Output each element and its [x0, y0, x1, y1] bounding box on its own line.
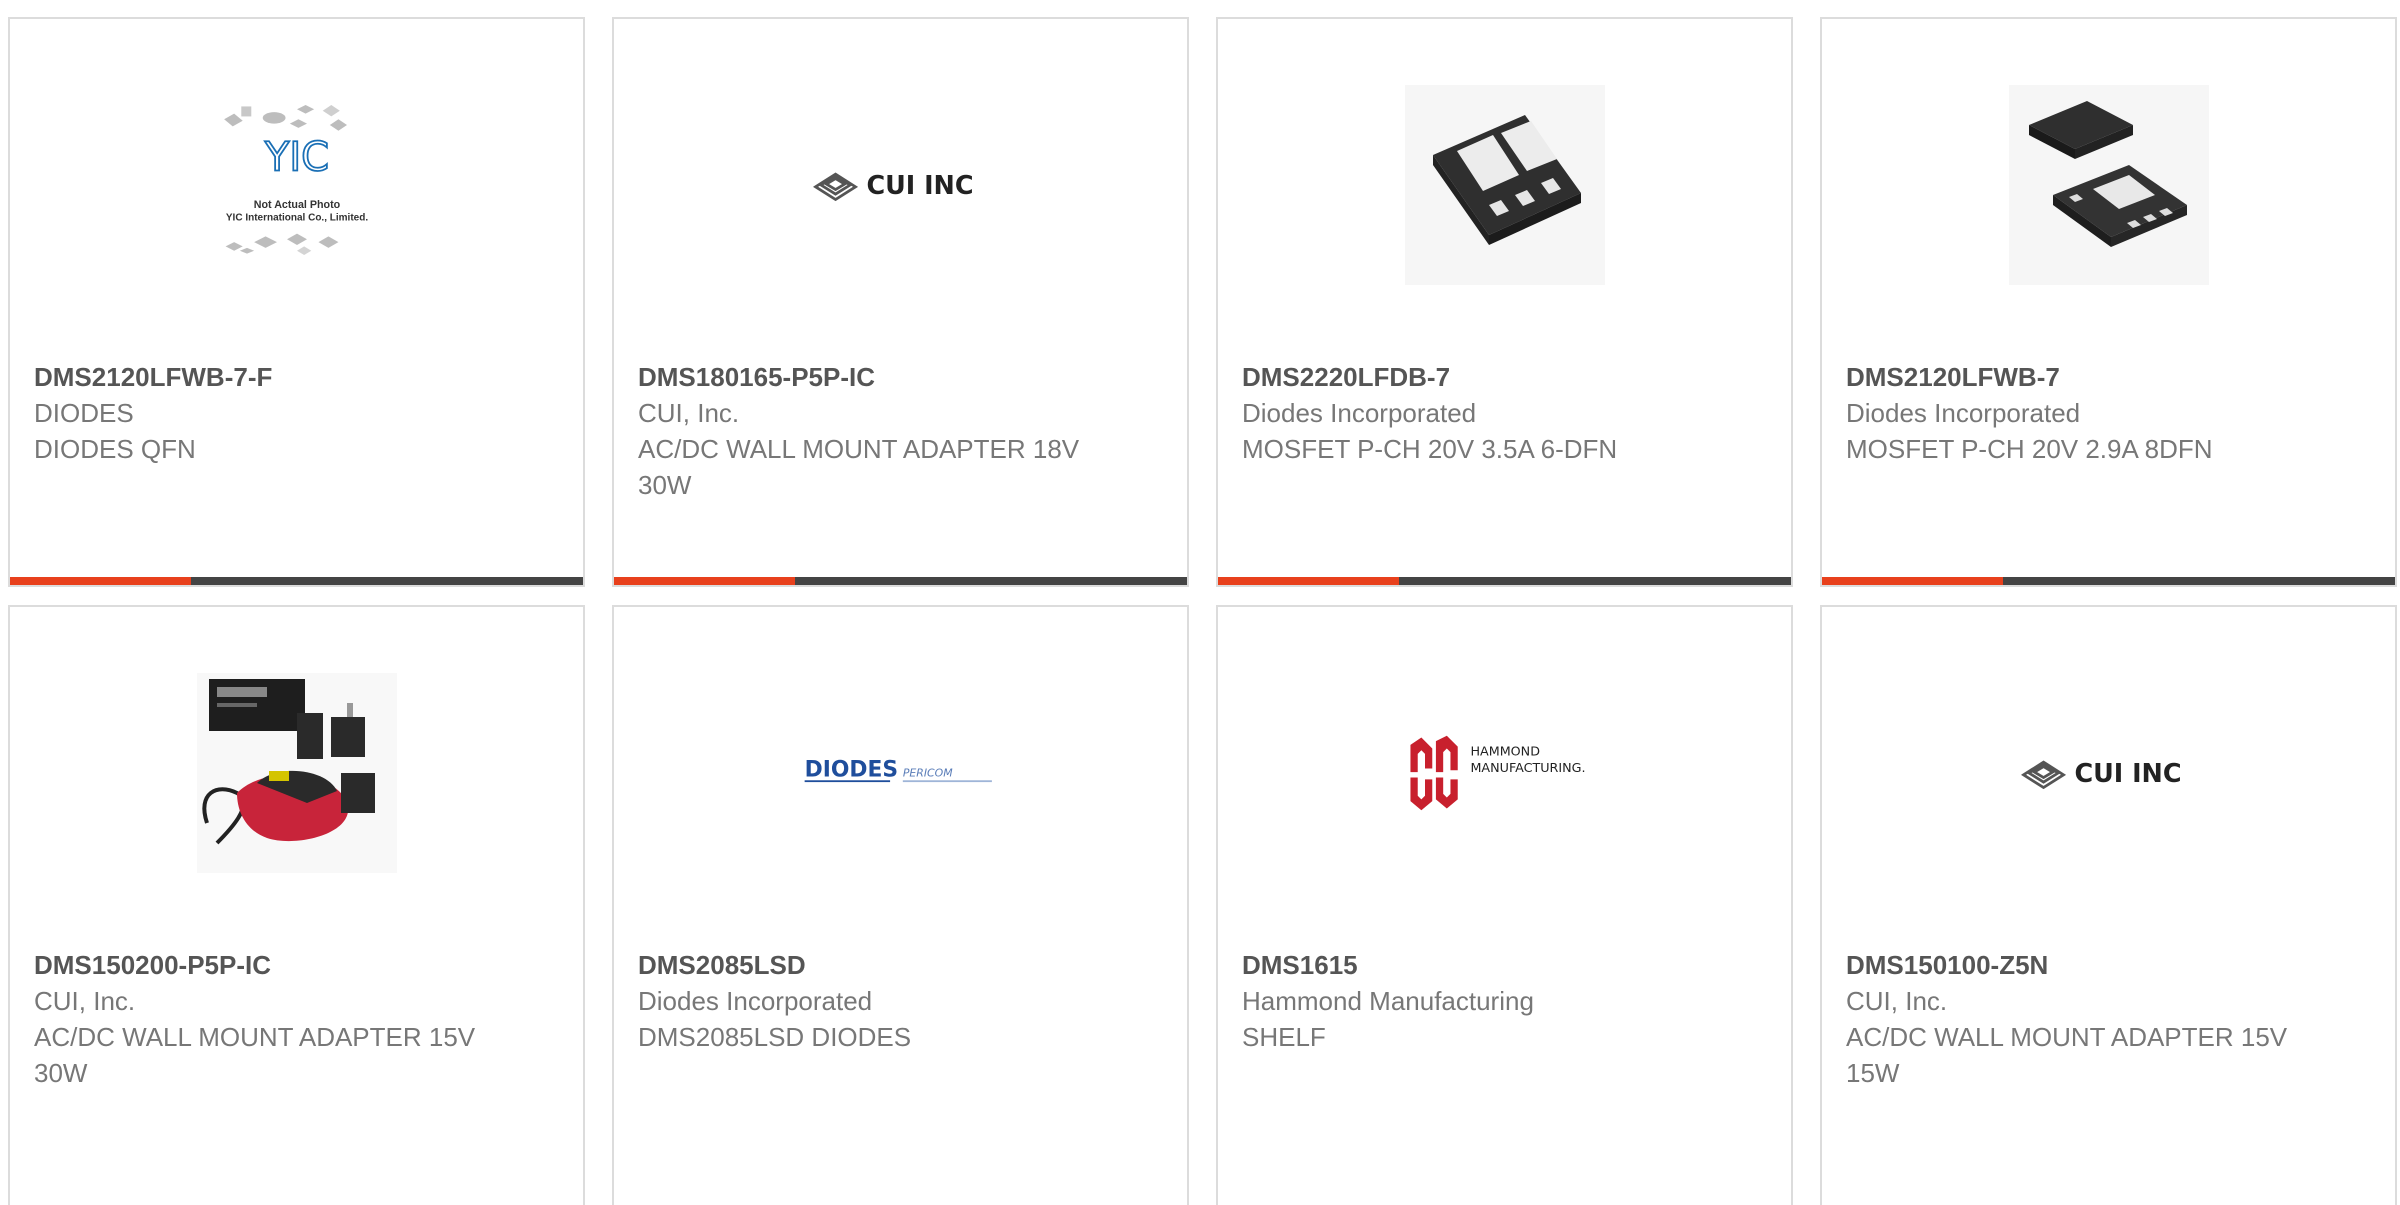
manufacturer: CUI, Inc.: [1846, 986, 1948, 1016]
card-bar-accent: [1822, 577, 2003, 585]
product-image[interactable]: [2008, 85, 2209, 285]
hammond-logo: HAMMOND MANUFACTURING.: [1409, 735, 1585, 811]
product-info: DMS150200-P5P-IC CUI, Inc. AC/DC WALL MO…: [34, 947, 563, 1091]
card-bar-accent: [1218, 577, 1399, 585]
product-image[interactable]: CUI INC: [801, 85, 1001, 285]
product-grid: YIC Not Actual Photo YIC International C…: [0, 0, 2400, 1205]
part-number-link[interactable]: DMS2120LFWB-7-F: [34, 359, 563, 395]
yic-logo-text: YIC: [263, 135, 328, 181]
description: AC/DC WALL MOUNT ADAPTER 15V 30W: [34, 1022, 476, 1088]
part-number-link[interactable]: DMS2220LFDB-7: [1242, 359, 1771, 395]
image-caption-line2: YIC International Co., Limited.: [225, 213, 367, 224]
part-number-link[interactable]: DMS2120LFWB-7: [1846, 359, 2375, 395]
product-card[interactable]: HAMMOND MANUFACTURING. DMS1615 Hammond M…: [1216, 605, 1793, 1205]
product-info: DMS2220LFDB-7 Diodes Incorporated MOSFET…: [1242, 359, 1771, 467]
card-bar: [614, 577, 1187, 585]
card-bar: [10, 577, 583, 585]
part-number-link[interactable]: DMS1615: [1242, 947, 1771, 983]
manufacturer: Diodes Incorporated: [638, 986, 873, 1016]
product-info: DMS1615 Hammond Manufacturing SHELF: [1242, 947, 1771, 1055]
manufacturer: Diodes Incorporated: [1846, 398, 2081, 428]
description: SHELF: [1242, 1022, 1326, 1052]
product-image[interactable]: YIC Not Actual Photo YIC International C…: [197, 85, 397, 285]
dfn-chip-icon: [1404, 85, 1605, 285]
product-card[interactable]: CUI INC DMS150100-Z5N CUI, Inc. AC/DC WA…: [1820, 605, 2397, 1205]
product-card[interactable]: YIC Not Actual Photo YIC International C…: [8, 17, 585, 587]
product-card[interactable]: DMS2220LFDB-7 Diodes Incorporated MOSFET…: [1216, 17, 1793, 587]
part-number-link[interactable]: DMS150200-P5P-IC: [34, 947, 563, 983]
not-actual-photo-icon: YIC Not Actual Photo YIC International C…: [223, 105, 368, 255]
manufacturer: CUI, Inc.: [34, 986, 136, 1016]
manufacturer: DIODES: [34, 398, 134, 428]
card-bar-accent: [614, 577, 795, 585]
product-image[interactable]: [196, 673, 397, 873]
manufacturer: Hammond Manufacturing: [1242, 986, 1534, 1016]
manufacturing-logo-text: MANUFACTURING.: [1470, 760, 1585, 775]
description: MOSFET P-CH 20V 3.5A 6-DFN: [1242, 434, 1618, 464]
diodes-pericom-logo: DIODES PERICOM: [804, 758, 992, 783]
dfn-chip-pair-icon: [2008, 85, 2209, 285]
card-bar-accent: [10, 577, 191, 585]
image-caption-line1: Not Actual Photo: [253, 199, 340, 211]
product-info: DMS2120LFWB-7-F DIODES DIODES QFN: [34, 359, 563, 467]
product-card[interactable]: DMS2120LFWB-7 Diodes Incorporated MOSFET…: [1820, 17, 2397, 587]
product-info: DMS150100-Z5N CUI, Inc. AC/DC WALL MOUNT…: [1846, 947, 2375, 1091]
cui-inc-logo: CUI INC: [2020, 759, 2181, 790]
manufacturer: Diodes Incorporated: [1242, 398, 1477, 428]
diodes-logo-text: DIODES: [804, 758, 897, 783]
card-bar: [1218, 577, 1791, 585]
hammond-logo-text: HAMMOND: [1470, 744, 1540, 759]
description: DMS2085LSD DIODES: [638, 1022, 912, 1052]
product-image[interactable]: HAMMOND MANUFACTURING.: [1405, 673, 1605, 873]
part-number-link[interactable]: DMS2085LSD: [638, 947, 1167, 983]
wall-adapter-photo-icon: [196, 673, 397, 873]
product-info: DMS2120LFWB-7 Diodes Incorporated MOSFET…: [1846, 359, 2375, 467]
product-image[interactable]: CUI INC: [2009, 673, 2209, 873]
product-card[interactable]: CUI INC DMS180165-P5P-IC CUI, Inc. AC/DC…: [612, 17, 1189, 587]
product-info: DMS2085LSD Diodes Incorporated DMS2085LS…: [638, 947, 1167, 1055]
cui-logo-text: CUI INC: [866, 171, 973, 201]
description: DIODES QFN: [34, 434, 196, 464]
product-info: DMS180165-P5P-IC CUI, Inc. AC/DC WALL MO…: [638, 359, 1167, 503]
product-image[interactable]: [1404, 85, 1605, 285]
part-number-link[interactable]: DMS180165-P5P-IC: [638, 359, 1167, 395]
product-card[interactable]: DIODES PERICOM DMS2085LSD Diodes Incorpo…: [612, 605, 1189, 1205]
product-card[interactable]: DMS150200-P5P-IC CUI, Inc. AC/DC WALL MO…: [8, 605, 585, 1205]
description: MOSFET P-CH 20V 2.9A 8DFN: [1846, 434, 2213, 464]
card-bar: [1822, 577, 2395, 585]
cui-logo-text: CUI INC: [2074, 759, 2181, 789]
manufacturer: CUI, Inc.: [638, 398, 740, 428]
pericom-logo-text: PERICOM: [902, 767, 952, 780]
product-image[interactable]: DIODES PERICOM: [801, 673, 1001, 873]
part-number-link[interactable]: DMS150100-Z5N: [1846, 947, 2375, 983]
description: AC/DC WALL MOUNT ADAPTER 18V 30W: [638, 434, 1080, 500]
description: AC/DC WALL MOUNT ADAPTER 15V 15W: [1846, 1022, 2288, 1088]
cui-inc-logo: CUI INC: [812, 171, 973, 202]
